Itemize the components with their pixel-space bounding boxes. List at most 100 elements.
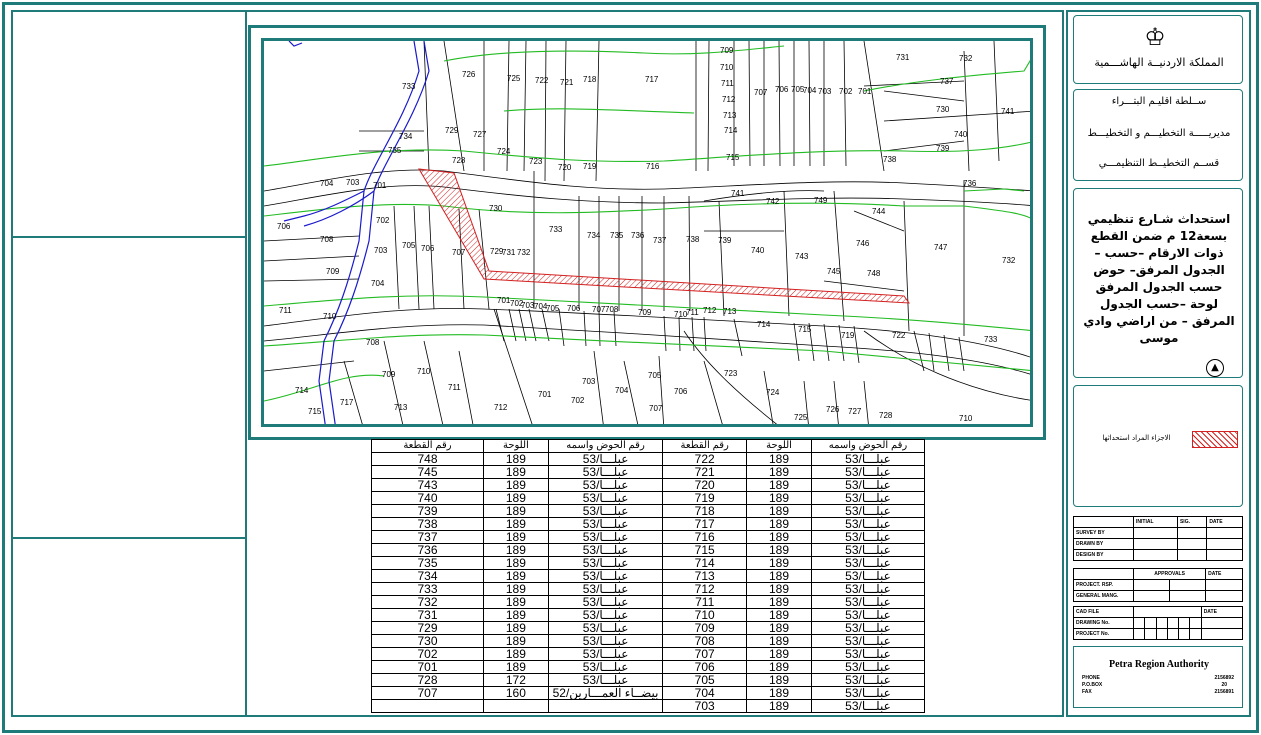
parcel-label: 721 <box>560 78 574 87</box>
parcel-label: 702 <box>376 216 390 225</box>
table-cell: 730 <box>371 634 484 648</box>
table-cell: 702 <box>371 647 484 661</box>
parcel-label: 739 <box>936 144 950 153</box>
parcel-label: 737 <box>940 77 954 86</box>
parcel-label: 709 <box>326 267 340 276</box>
table-cell: عبلـــا/53 <box>547 634 664 648</box>
parcel-label: 727 <box>473 130 487 139</box>
parcel-label: 701 <box>497 296 511 305</box>
table-cell: 189 <box>482 465 549 479</box>
table-cell: 189 <box>482 595 549 609</box>
table-cell: 189 <box>482 478 549 492</box>
table-cell: 189 <box>482 517 549 531</box>
table-cell: 189 <box>746 608 812 622</box>
parcel-label: 701 <box>373 181 387 190</box>
parcel-label: 732 <box>1002 256 1016 265</box>
table-cell: 731 <box>371 608 484 622</box>
table-cell: 189 <box>482 647 549 661</box>
table-cell: 721 <box>662 465 748 479</box>
parcel-label: 714 <box>295 386 309 395</box>
table-cell: 189 <box>746 673 812 687</box>
table-row: 732 189 عبلـــا/53 711 189 عبلـــا/53 <box>371 595 926 609</box>
parcel-label: 725 <box>794 413 808 422</box>
table-cell: 708 <box>662 634 748 648</box>
kingdom-name: المملكة الاردنيــة الهاشـــمية <box>1094 56 1224 69</box>
table-cell: عبلـــا/53 <box>547 647 664 661</box>
table-cell: 714 <box>662 556 748 570</box>
parcel-label: 741 <box>1001 107 1015 116</box>
title-block-1: INITIAL SIG. DATE SURVEY BY DRAWN BY DESIG… <box>1073 516 1243 561</box>
table-cell: 748 <box>371 452 484 466</box>
parcel-label: 705 <box>648 371 662 380</box>
parcel-label: 741 <box>731 189 745 198</box>
parcel-label: 738 <box>686 235 700 244</box>
table-cell: عبلـــا/53 <box>547 452 664 466</box>
parcel-label: 710 <box>720 63 734 72</box>
table-row: 736 189 عبلـــا/53 715 189 عبلـــا/53 <box>371 543 926 557</box>
table-cell: 722 <box>662 452 748 466</box>
parcels-table: رقم القطعة اللوحة رقم الحوض واسمه رقم ال… <box>371 439 926 713</box>
table-cell: عبلـــا/53 <box>547 569 664 583</box>
table-cell: 737 <box>371 530 484 544</box>
parcel-label: 740 <box>954 130 968 139</box>
table-cell: 189 <box>746 543 812 557</box>
parcel-label: 722 <box>535 76 549 85</box>
table-cell: 189 <box>482 621 549 635</box>
table-row: 737 189 عبلـــا/53 716 189 عبلـــا/53 <box>371 530 926 544</box>
date-col: DATE <box>1206 516 1243 528</box>
table-cell: 189 <box>482 582 549 596</box>
parcel-label: 728 <box>879 411 893 420</box>
parcel-label: 737 <box>653 236 667 245</box>
parcel-label: 734 <box>587 231 601 240</box>
parcel-label: 729 <box>445 126 459 135</box>
table-cell: 189 <box>482 504 549 518</box>
left-divider-2 <box>11 537 247 539</box>
table-row: 739 189 عبلـــا/53 718 189 عبلـــا/53 <box>371 504 926 518</box>
table-cell: عبلـــا/53 <box>547 491 664 505</box>
table-cell: عبلـــا/53 <box>810 673 926 687</box>
table-cell: 703 <box>662 699 748 713</box>
parcel-label: 733 <box>984 335 998 344</box>
table-cell: عبلـــا/53 <box>810 543 926 557</box>
table-cell: عبلـــا/53 <box>810 595 926 609</box>
parcel-label: 714 <box>757 320 771 329</box>
parcel-label: 707 <box>649 404 663 413</box>
parcel-label: 708 <box>366 338 380 347</box>
parcel-label: 704 <box>615 386 629 395</box>
approvals-date: DATE <box>1205 568 1243 580</box>
table-cell: 707 <box>371 686 484 700</box>
parcel-label: 704 <box>320 179 334 188</box>
parcel-label: 739 <box>718 236 732 245</box>
parcel-label: 719 <box>583 162 597 171</box>
col-board-left: اللوحة <box>482 439 549 453</box>
table-row: 748 189 عبلـــا/53 722 189 عبلـــا/53 <box>371 452 926 466</box>
table-cell: عبلـــا/53 <box>547 530 664 544</box>
table-cell: 189 <box>482 660 549 674</box>
parcel-label: 732 <box>959 54 973 63</box>
header-box: ♔ المملكة الاردنيــة الهاشـــمية <box>1073 15 1243 84</box>
parcel-label: 715 <box>798 325 812 334</box>
table-cell: عبلـــا/53 <box>810 621 926 635</box>
parcel-label: 705 <box>402 241 416 250</box>
parcel-label: 720 <box>558 163 572 172</box>
drawing-no: DRAWING No. <box>1073 617 1134 629</box>
parcel-label: 703 <box>346 178 360 187</box>
table-cell: 189 <box>746 452 812 466</box>
left-panel <box>11 10 247 717</box>
table-cell: 189 <box>746 556 812 570</box>
table-cell: 189 <box>746 530 812 544</box>
parcel-label: 709 <box>720 46 734 55</box>
parcel-label: 727 <box>848 407 862 416</box>
table-cell: 189 <box>746 699 812 713</box>
table-cell: عبلـــا/53 <box>810 452 926 466</box>
org-name: Petra Region Authority <box>1109 659 1209 670</box>
col-basin-left: رقم الحوض واسمه <box>547 439 664 453</box>
table-cell: عبلـــا/53 <box>810 478 926 492</box>
table-cell: عبلـــا/53 <box>547 504 664 518</box>
table-cell: 701 <box>371 660 484 674</box>
table-cell: عبلـــا/53 <box>547 465 664 479</box>
survey-by: SURVEY BY <box>1073 527 1134 539</box>
cad-date: DATE <box>1200 606 1244 618</box>
parcel-label: 726 <box>826 405 840 414</box>
parcel-label: 734 <box>399 132 413 141</box>
